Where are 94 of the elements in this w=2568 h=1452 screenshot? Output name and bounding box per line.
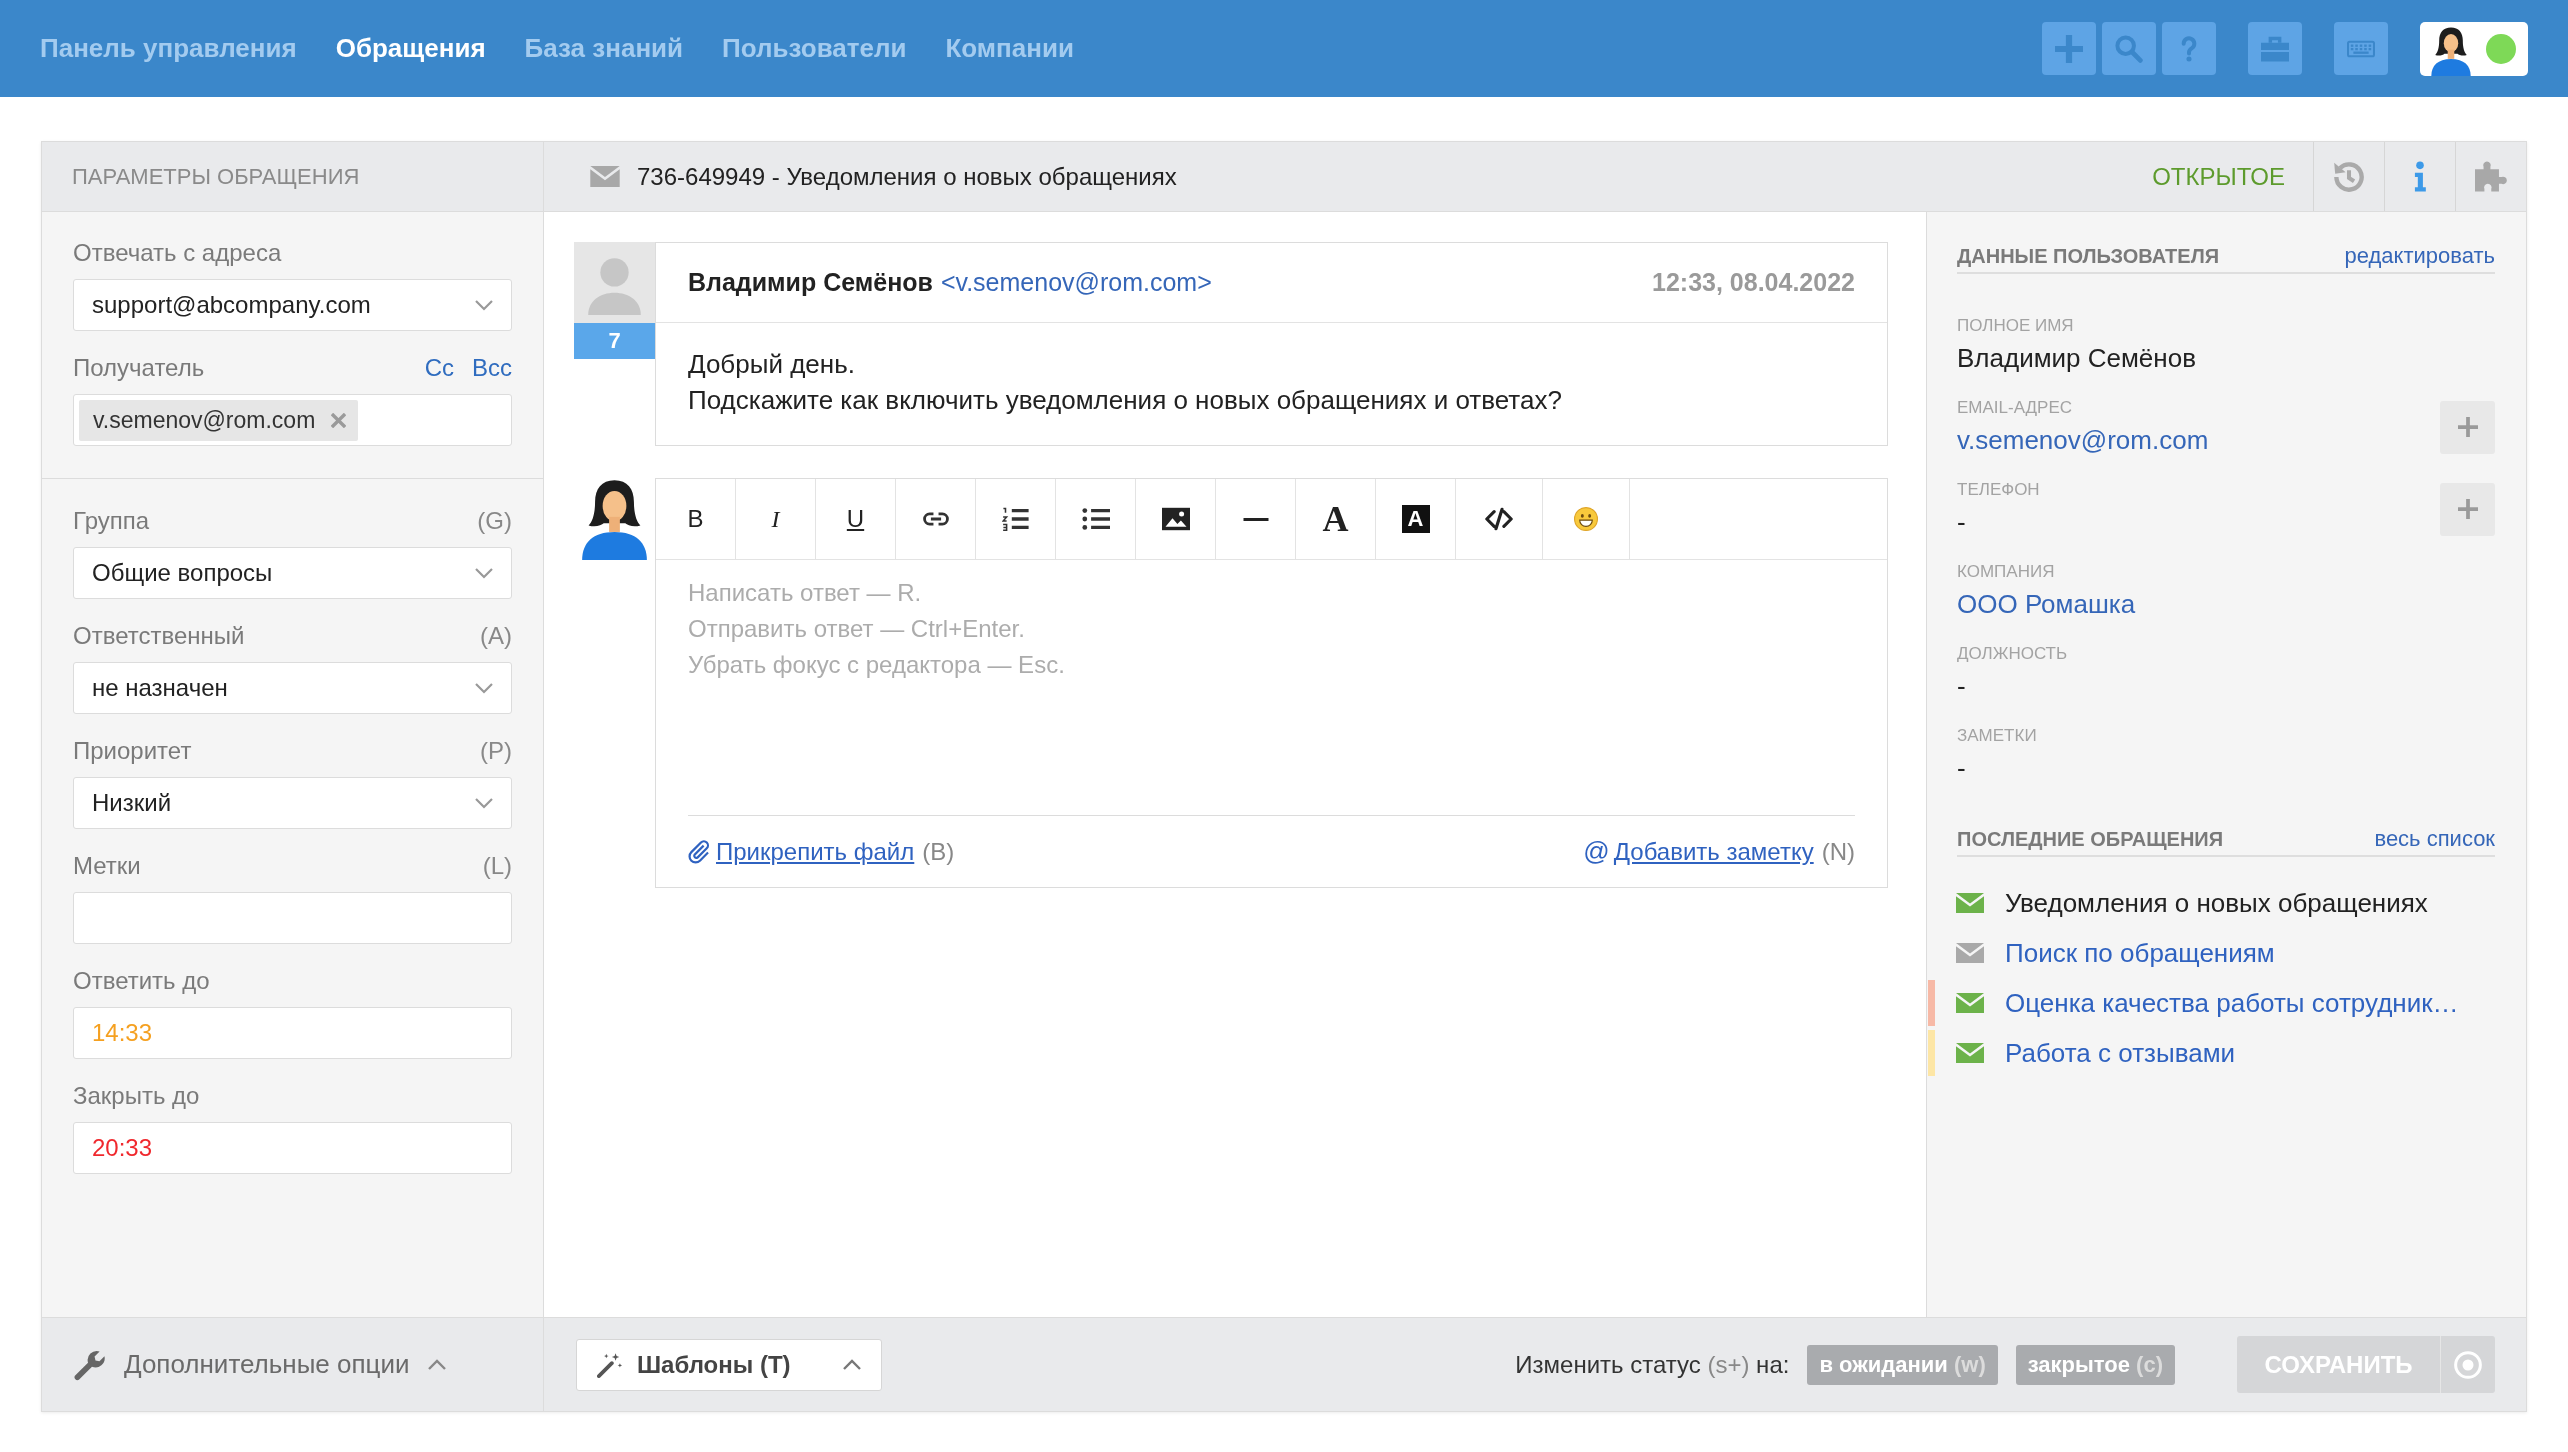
nav-tab[interactable]: Обращения (335, 33, 486, 64)
ticket-link[interactable]: Работа с отзывами (2005, 1037, 2236, 1069)
field-label: Группа (73, 507, 150, 535)
sender-email-link[interactable]: <v.semenov@rom.com> (940, 268, 1212, 297)
field-value-link[interactable]: v.semenov@rom.com (1957, 423, 2440, 457)
status-change-label: Изменить статус (s+) на: (1515, 1350, 1790, 1379)
field-value: - (1957, 506, 1967, 539)
field-label: КОМПАНИЯ (1957, 561, 2056, 583)
shortcut-hint: (P) (480, 737, 512, 765)
section-title: ДАННЫЕ ПОЛЬЗОВАТЕЛЯ (1957, 244, 2220, 268)
templates-button[interactable]: Шаблоны (T) (576, 1338, 882, 1391)
message-text: Добрый день. (688, 348, 856, 381)
briefcase-icon (2261, 34, 2289, 63)
add-button[interactable] (2042, 22, 2096, 75)
briefcase-button[interactable] (2248, 22, 2302, 75)
edit-link[interactable]: редактировать (2344, 243, 2495, 269)
panel-title: ПАРАМЕТРЫ ОБРАЩЕНИЯ (72, 163, 360, 190)
copy-link[interactable]: Cc (424, 354, 454, 382)
ticket-link[interactable]: Оценка качества работы сотрудник… (2005, 987, 2459, 1019)
field-label: EMAIL-АДРЕС (1957, 397, 2074, 419)
field-label: Ответить до (73, 967, 210, 995)
smiley-icon (1572, 507, 1600, 531)
code-icon (1485, 507, 1513, 531)
field-value-link[interactable]: ООО Ромашка (1957, 587, 2495, 621)
target-icon (2454, 1350, 2482, 1379)
field-label: ПОЛНОЕ ИМЯ (1957, 315, 2075, 337)
field-label: Закрыть до (73, 1082, 200, 1110)
field-label: Приоритет (73, 737, 192, 765)
puzzle-icon (2475, 160, 2507, 193)
ticket-subject: 736-649949 - Уведомления о новых обращениях (637, 162, 1177, 191)
bullet-list-icon (1081, 507, 1110, 531)
more-options-button[interactable]: Дополнительные опции (74, 1348, 446, 1381)
section-title: ПОСЛЕДНИЕ ОБРАЩЕНИЯ (1957, 827, 2224, 851)
profile-button[interactable] (2420, 21, 2528, 76)
chevron-down-icon (475, 797, 493, 809)
plus-icon (2457, 499, 2478, 519)
save-options-button[interactable] (2440, 1336, 2495, 1393)
add-button[interactable] (2440, 400, 2495, 454)
recipient-tag[interactable]: v.semenov@rom.com (79, 399, 359, 441)
message-time: 12:33, 08.04.2022 (1652, 268, 1855, 297)
field-label: Ответственный (73, 622, 245, 650)
field-value: - (1957, 752, 1967, 785)
plus-icon (2457, 417, 2478, 437)
chevron-down-icon (475, 682, 493, 694)
search-icon (2115, 34, 2143, 63)
chevron-up-icon (427, 1358, 446, 1371)
wrench-icon (74, 1348, 106, 1381)
dropdown-field[interactable]: Низкий (73, 777, 512, 829)
chevron-up-icon (843, 1358, 861, 1371)
copy-link[interactable]: Bcc (472, 354, 512, 382)
search-button[interactable] (2102, 22, 2156, 75)
keyboard-button[interactable] (2334, 22, 2388, 75)
field-value: Владимир Семёнов (1957, 342, 2197, 375)
dropdown-field[interactable]: не назначен (73, 662, 512, 714)
message-text: Подскажите как включить уведомления о новых обращениях и ответах? (688, 384, 1563, 417)
field-label: ДОЛЖНОСТЬ (1957, 643, 2069, 665)
dropdown-field[interactable]: support@abcompany.com (73, 279, 512, 331)
recipient-field[interactable]: v.semenov@rom.com (73, 394, 512, 446)
shortcut-hint: (A) (480, 622, 512, 650)
message-count-badge: 7 (574, 323, 655, 359)
magic-wand-icon (597, 1351, 623, 1378)
paperclip-icon (688, 839, 710, 864)
all-tickets-link[interactable]: весь список (2374, 826, 2495, 852)
plus-icon (2055, 34, 2083, 63)
remove-icon (331, 412, 347, 428)
field-label: ЗАМЕТКИ (1957, 725, 2038, 747)
attach-file-link[interactable]: Прикрепить файл (716, 837, 915, 866)
chevron-down-icon (475, 299, 493, 311)
add-note-link[interactable]: Добавить заметку (1613, 837, 1814, 866)
ticket-link[interactable]: Поиск по обращениям (2005, 937, 2275, 969)
history-icon (2333, 160, 2365, 193)
field-label: Отвечать с адреса (73, 239, 282, 267)
ticket-status: ОТКРЫТОЕ (2152, 162, 2285, 191)
add-button[interactable] (2440, 482, 2495, 536)
chevron-down-icon (475, 567, 493, 579)
image-icon (1161, 507, 1190, 531)
at-sign-icon: @ (1583, 836, 1610, 867)
field-label: ТЕЛЕФОН (1957, 479, 2041, 501)
shortcut-hint: (N) (1821, 837, 1855, 866)
sender-name: Владимир Семёнов (688, 268, 933, 297)
ticket-title: Уведомления о новых обращениях (2005, 887, 2428, 919)
dropdown-field[interactable]: Общие вопросы (73, 547, 512, 599)
avatar-icon (2430, 25, 2472, 76)
shortcut-hint: (G) (477, 507, 512, 535)
field-value: - (1957, 670, 1967, 703)
field-label: Получатель (73, 354, 205, 382)
shortcut-hint: (B) (922, 837, 955, 866)
field-label: Метки (73, 852, 141, 880)
input-field[interactable]: 20:33 (73, 1122, 512, 1174)
numbered-list-icon (1001, 507, 1030, 531)
help-button[interactable] (2162, 22, 2216, 75)
envelope-icon (590, 166, 620, 187)
shortcut-hint: (L) (482, 852, 512, 880)
input-field[interactable] (73, 892, 512, 944)
